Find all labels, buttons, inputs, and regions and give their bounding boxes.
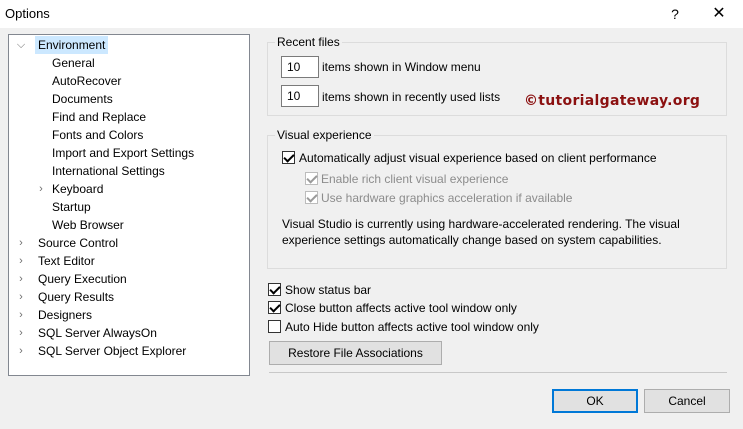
tree-item-label: Startup (52, 200, 91, 214)
visual-experience-title: Visual experience (275, 128, 374, 142)
tree-item-label: Web Browser (52, 218, 124, 232)
close-button-label: Close button affects active tool window … (285, 301, 517, 315)
chevron-right-icon[interactable]: › (15, 252, 27, 270)
tree-item-label: SQL Server AlwaysOn (38, 326, 157, 340)
auto-adjust-label: Automatically adjust visual experience b… (299, 151, 657, 165)
status-bar-checkbox[interactable] (268, 283, 281, 296)
recent-lists-count-input[interactable]: 10 (281, 85, 319, 107)
tree-item-label: General (52, 56, 95, 70)
auto-hide-checkbox[interactable] (268, 320, 281, 333)
ok-button[interactable]: OK (552, 389, 638, 413)
rich-client-label: Enable rich client visual experience (321, 172, 509, 186)
chevron-right-icon[interactable]: › (35, 180, 47, 198)
tree-item-label: Query Execution (38, 272, 127, 286)
chevron-right-icon[interactable]: › (15, 342, 27, 360)
chevron-right-icon[interactable]: › (15, 324, 27, 342)
cancel-button[interactable]: Cancel (644, 389, 730, 413)
close-button-checkbox[interactable] (268, 301, 281, 314)
tree-item-label: Text Editor (38, 254, 95, 268)
status-bar-label: Show status bar (285, 283, 372, 297)
recent-files-title: Recent files (275, 35, 342, 49)
tree-item-label: Find and Replace (52, 110, 147, 124)
auto-adjust-checkbox[interactable] (282, 151, 295, 164)
window-menu-count-input[interactable]: 10 (281, 56, 319, 78)
help-button[interactable]: ? (665, 3, 685, 25)
tree-item-label: Source Control (38, 236, 119, 250)
tree-item-label: Keyboard (52, 182, 104, 196)
restore-file-associations-button[interactable]: Restore File Associations (269, 341, 442, 365)
tree-item-label: International Settings (52, 164, 165, 178)
chevron-right-icon[interactable]: › (15, 306, 27, 324)
recent-lists-count-label: items shown in recently used lists (322, 90, 501, 104)
window-title: Options (5, 6, 50, 21)
watermark: ©tutorialgateway.org (524, 93, 701, 109)
hw-accel-checkbox (305, 191, 318, 204)
chevron-right-icon[interactable]: › (15, 270, 27, 288)
window-menu-count-label: items shown in Window menu (322, 60, 481, 74)
rich-client-checkbox (305, 172, 318, 185)
tree-item-label: Designers (38, 308, 93, 322)
tree-item-label: Environment (35, 36, 109, 54)
tree-item-label: Fonts and Colors (52, 128, 144, 142)
tree-item-label: Documents (52, 92, 113, 106)
tree-item-label: AutoRecover (52, 74, 122, 88)
tree-item-label: Import and Export Settings (52, 146, 195, 160)
options-tree[interactable]: ⌵ Environment General AutoRecover Docume… (8, 34, 250, 376)
chevron-right-icon[interactable]: › (15, 288, 27, 306)
auto-hide-label: Auto Hide button affects active tool win… (285, 320, 539, 334)
close-button[interactable]: ✕ (706, 3, 732, 25)
tree-item-label: SQL Server Object Explorer (38, 344, 187, 358)
hw-accel-label: Use hardware graphics acceleration if av… (321, 191, 573, 205)
chevron-right-icon[interactable]: › (15, 234, 27, 252)
chevron-down-icon[interactable]: ⌵ (15, 36, 27, 54)
tree-item-label: Query Results (38, 290, 115, 304)
info-text-line2: experience settings automatically change… (282, 233, 662, 247)
footer-separator (269, 372, 727, 373)
title-bar: Options ? ✕ (0, 0, 743, 28)
info-text-line1: Visual Studio is currently using hardwar… (282, 217, 680, 231)
